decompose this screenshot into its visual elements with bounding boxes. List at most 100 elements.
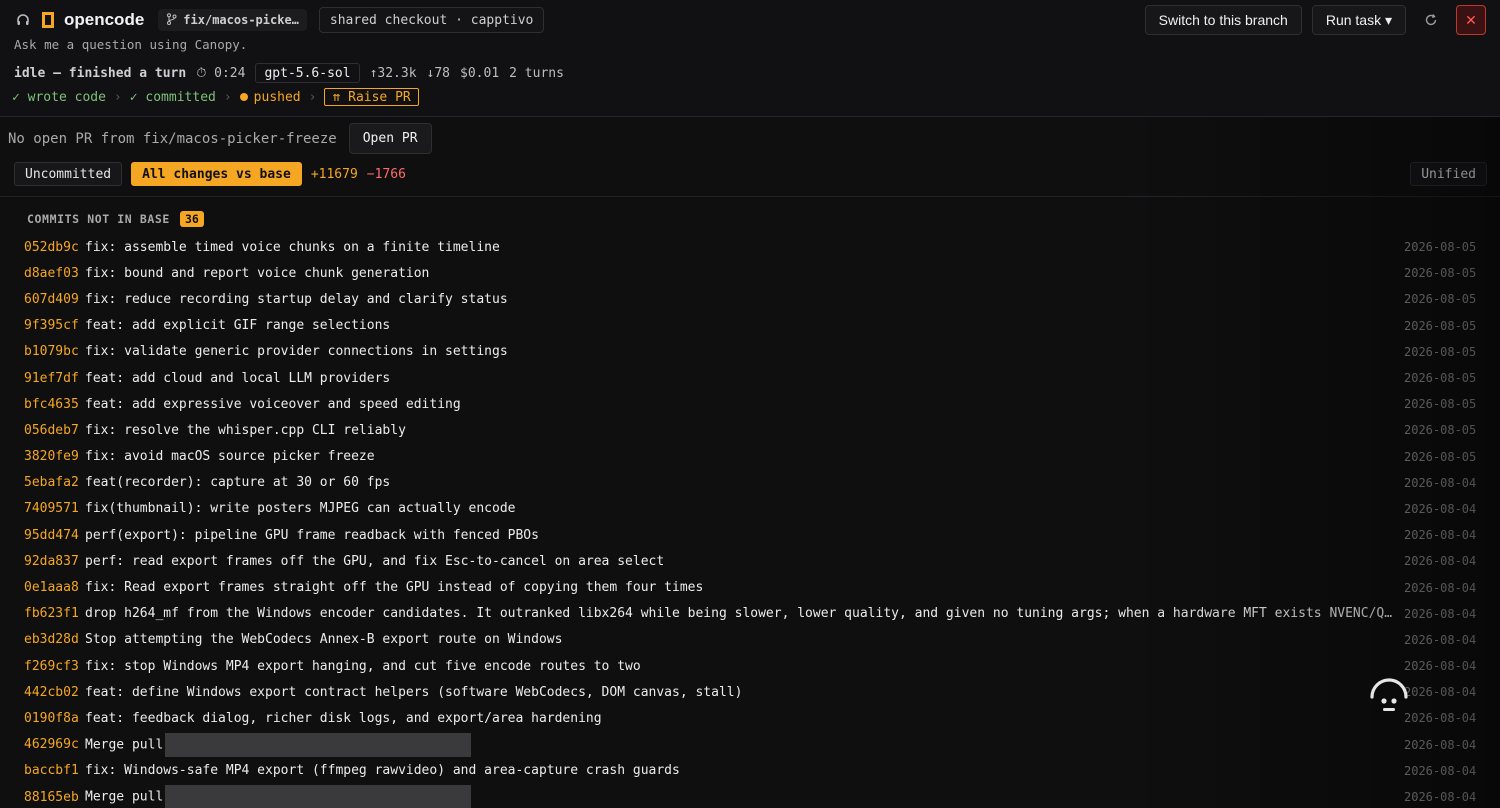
- pr-row: No open PR from fix/macos-picker-freeze …: [8, 123, 432, 154]
- commit-message: Stop attempting the WebCodecs Annex-B ex…: [85, 632, 1404, 647]
- commits-section: COMMITS NOT IN BASE 36 052db9c fix: assem…: [24, 209, 1476, 808]
- commits-title: COMMITS NOT IN BASE: [27, 212, 170, 226]
- commit-row[interactable]: 88165eb Merge pull 2026-08-04: [24, 784, 1476, 808]
- commit-sha[interactable]: eb3d28d: [24, 632, 85, 647]
- tab-all-changes[interactable]: All changes vs base: [131, 162, 302, 186]
- commit-row[interactable]: 91ef7df feat: add cloud and local LLM pro…: [24, 365, 1476, 391]
- open-pr-button[interactable]: Open PR: [348, 123, 432, 154]
- commit-date: 2026-08-04: [1404, 501, 1477, 516]
- commit-sha[interactable]: 0e1aaa8: [24, 580, 85, 595]
- commit-list: 052db9c fix: assemble timed voice chunks …: [24, 234, 1476, 808]
- task-header: opencode fix/macos-picke… shared checkou…: [0, 0, 1500, 117]
- close-button[interactable]: ✕: [1456, 5, 1486, 35]
- commit-sha[interactable]: 442cb02: [24, 685, 85, 700]
- opencode-logo-icon: [42, 12, 54, 28]
- commit-sha[interactable]: fb623f1: [24, 606, 85, 621]
- switch-branch-button[interactable]: Switch to this branch: [1144, 5, 1302, 35]
- commit-row[interactable]: 7409571 fix(thumbnail): write posters MJP…: [24, 496, 1476, 522]
- commit-row[interactable]: bfc4635 feat: add expressive voiceover an…: [24, 391, 1476, 417]
- commit-sha[interactable]: 5ebafa2: [24, 475, 85, 490]
- commit-sha[interactable]: 91ef7df: [24, 371, 85, 386]
- commit-row[interactable]: d8aef03 fix: bound and report voice chunk…: [24, 260, 1476, 286]
- commit-row[interactable]: 607d409 fix: reduce recording startup del…: [24, 286, 1476, 312]
- run-task-button[interactable]: Run task ▾: [1311, 5, 1406, 35]
- commit-message: fix: bound and report voice chunk genera…: [85, 266, 1404, 281]
- commit-row[interactable]: 3820fe9 fix: avoid macOS source picker fr…: [24, 444, 1476, 470]
- commit-date: 2026-08-05: [1404, 240, 1477, 255]
- commit-sha[interactable]: bfc4635: [24, 397, 85, 412]
- step-committed: ✓ committed: [129, 89, 216, 105]
- mascot-icon[interactable]: [1367, 671, 1411, 715]
- title-row: opencode fix/macos-picke… shared checkou…: [14, 7, 545, 33]
- commit-row[interactable]: 056deb7 fix: resolve the whisper.cpp CLI …: [24, 417, 1476, 443]
- commit-sha[interactable]: 462969c: [24, 737, 85, 752]
- commit-row[interactable]: 95dd474 perf(export): pipeline GPU frame …: [24, 522, 1476, 548]
- commit-date: 2026-08-05: [1404, 344, 1477, 359]
- commit-row[interactable]: fb623f1 drop h264_mf from the Windows enc…: [24, 601, 1476, 627]
- commit-sha[interactable]: b1079bc: [24, 344, 85, 359]
- commit-row[interactable]: f269cf3 fix: stop Windows MP4 export hang…: [24, 653, 1476, 679]
- brand-name: opencode: [64, 10, 145, 29]
- commit-message: fix(thumbnail): write posters MJPEG can …: [85, 501, 1404, 516]
- redacted-block: [165, 785, 472, 808]
- commit-sha[interactable]: 3820fe9: [24, 449, 85, 464]
- commit-date: 2026-08-05: [1404, 292, 1477, 307]
- commit-date: 2026-08-05: [1404, 423, 1477, 438]
- cost: $0.01: [460, 65, 500, 81]
- commit-row[interactable]: 9f395cf feat: add explicit GIF range sele…: [24, 313, 1476, 339]
- commit-message: feat: define Windows export contract hel…: [85, 685, 1404, 700]
- commit-message: fix: Windows-safe MP4 export (ffmpeg raw…: [85, 763, 1404, 778]
- elapsed-time: ⏱ 0:24: [196, 65, 246, 81]
- chevron-right-icon: ›: [113, 89, 122, 105]
- commit-sha[interactable]: f269cf3: [24, 659, 85, 674]
- step-pushed-label: pushed: [253, 89, 301, 105]
- commit-row[interactable]: 462969c Merge pull 2026-08-04: [24, 732, 1476, 758]
- commit-message-text: fix: stop Windows MP4 export hanging, an…: [85, 658, 641, 674]
- commit-row[interactable]: 0190f8a feat: feedback dialog, richer dis…: [24, 705, 1476, 731]
- commit-date: 2026-08-04: [1404, 711, 1477, 726]
- tab-uncommitted[interactable]: Uncommitted: [14, 162, 123, 186]
- commit-row[interactable]: 442cb02 feat: define Windows export contr…: [24, 679, 1476, 705]
- commit-message-text: fix(thumbnail): write posters MJPEG can …: [85, 501, 516, 517]
- raise-pr-button[interactable]: ⇈ Raise PR: [324, 88, 419, 106]
- commit-sha[interactable]: baccbf1: [24, 763, 85, 778]
- commit-date: 2026-08-04: [1404, 528, 1477, 543]
- commit-sha[interactable]: 056deb7: [24, 423, 85, 438]
- commit-row[interactable]: b1079bc fix: validate generic provider co…: [24, 339, 1476, 365]
- commit-row[interactable]: 5ebafa2 feat(recorder): capture at 30 or …: [24, 470, 1476, 496]
- commit-row[interactable]: 92da837 perf: read export frames off the …: [24, 548, 1476, 574]
- commit-sha[interactable]: d8aef03: [24, 266, 85, 281]
- unified-toggle[interactable]: Unified: [1410, 162, 1487, 186]
- commit-sha[interactable]: 7409571: [24, 501, 85, 516]
- commit-message: fix: stop Windows MP4 export hanging, an…: [85, 659, 1404, 674]
- commit-message-text: perf: read export frames off the GPU, an…: [85, 553, 665, 569]
- commit-sha[interactable]: 92da837: [24, 554, 85, 569]
- commit-sha[interactable]: 052db9c: [24, 240, 85, 255]
- commit-sha[interactable]: 607d409: [24, 292, 85, 307]
- commit-message-text: Merge pull: [85, 737, 164, 753]
- commit-message-text: feat: feedback dialog, richer disk logs,…: [85, 710, 602, 726]
- branch-chip[interactable]: fix/macos-picke…: [158, 9, 307, 31]
- refresh-icon[interactable]: [1416, 5, 1446, 35]
- divider: [0, 196, 1500, 197]
- commit-date: 2026-08-04: [1404, 580, 1477, 595]
- headset-icon: [14, 11, 32, 29]
- deletions-count: −1766: [366, 166, 406, 182]
- redacted-block: [165, 732, 472, 757]
- commit-row[interactable]: baccbf1 fix: Windows-safe MP4 export (ffm…: [24, 758, 1476, 784]
- commit-message: feat: add explicit GIF range selections: [85, 318, 1404, 333]
- git-branch-icon: [166, 12, 177, 28]
- commit-row[interactable]: 052db9c fix: assemble timed voice chunks …: [24, 234, 1476, 260]
- commit-row[interactable]: 0e1aaa8 fix: Read export frames straight …: [24, 574, 1476, 600]
- commit-sha[interactable]: 88165eb: [24, 790, 85, 805]
- commit-sha[interactable]: 95dd474: [24, 528, 85, 543]
- commit-sha[interactable]: 0190f8a: [24, 711, 85, 726]
- commit-message-text: Merge pull: [85, 789, 164, 805]
- branch-name: fix/macos-picke…: [183, 13, 299, 27]
- commit-date: 2026-08-05: [1404, 318, 1477, 333]
- commit-row[interactable]: eb3d28d Stop attempting the WebCodecs Ann…: [24, 627, 1476, 653]
- commit-message-text: fix: reduce recording startup delay and …: [85, 291, 508, 307]
- commit-date: 2026-08-05: [1404, 371, 1477, 386]
- commit-date: 2026-08-04: [1404, 632, 1477, 647]
- commit-sha[interactable]: 9f395cf: [24, 318, 85, 333]
